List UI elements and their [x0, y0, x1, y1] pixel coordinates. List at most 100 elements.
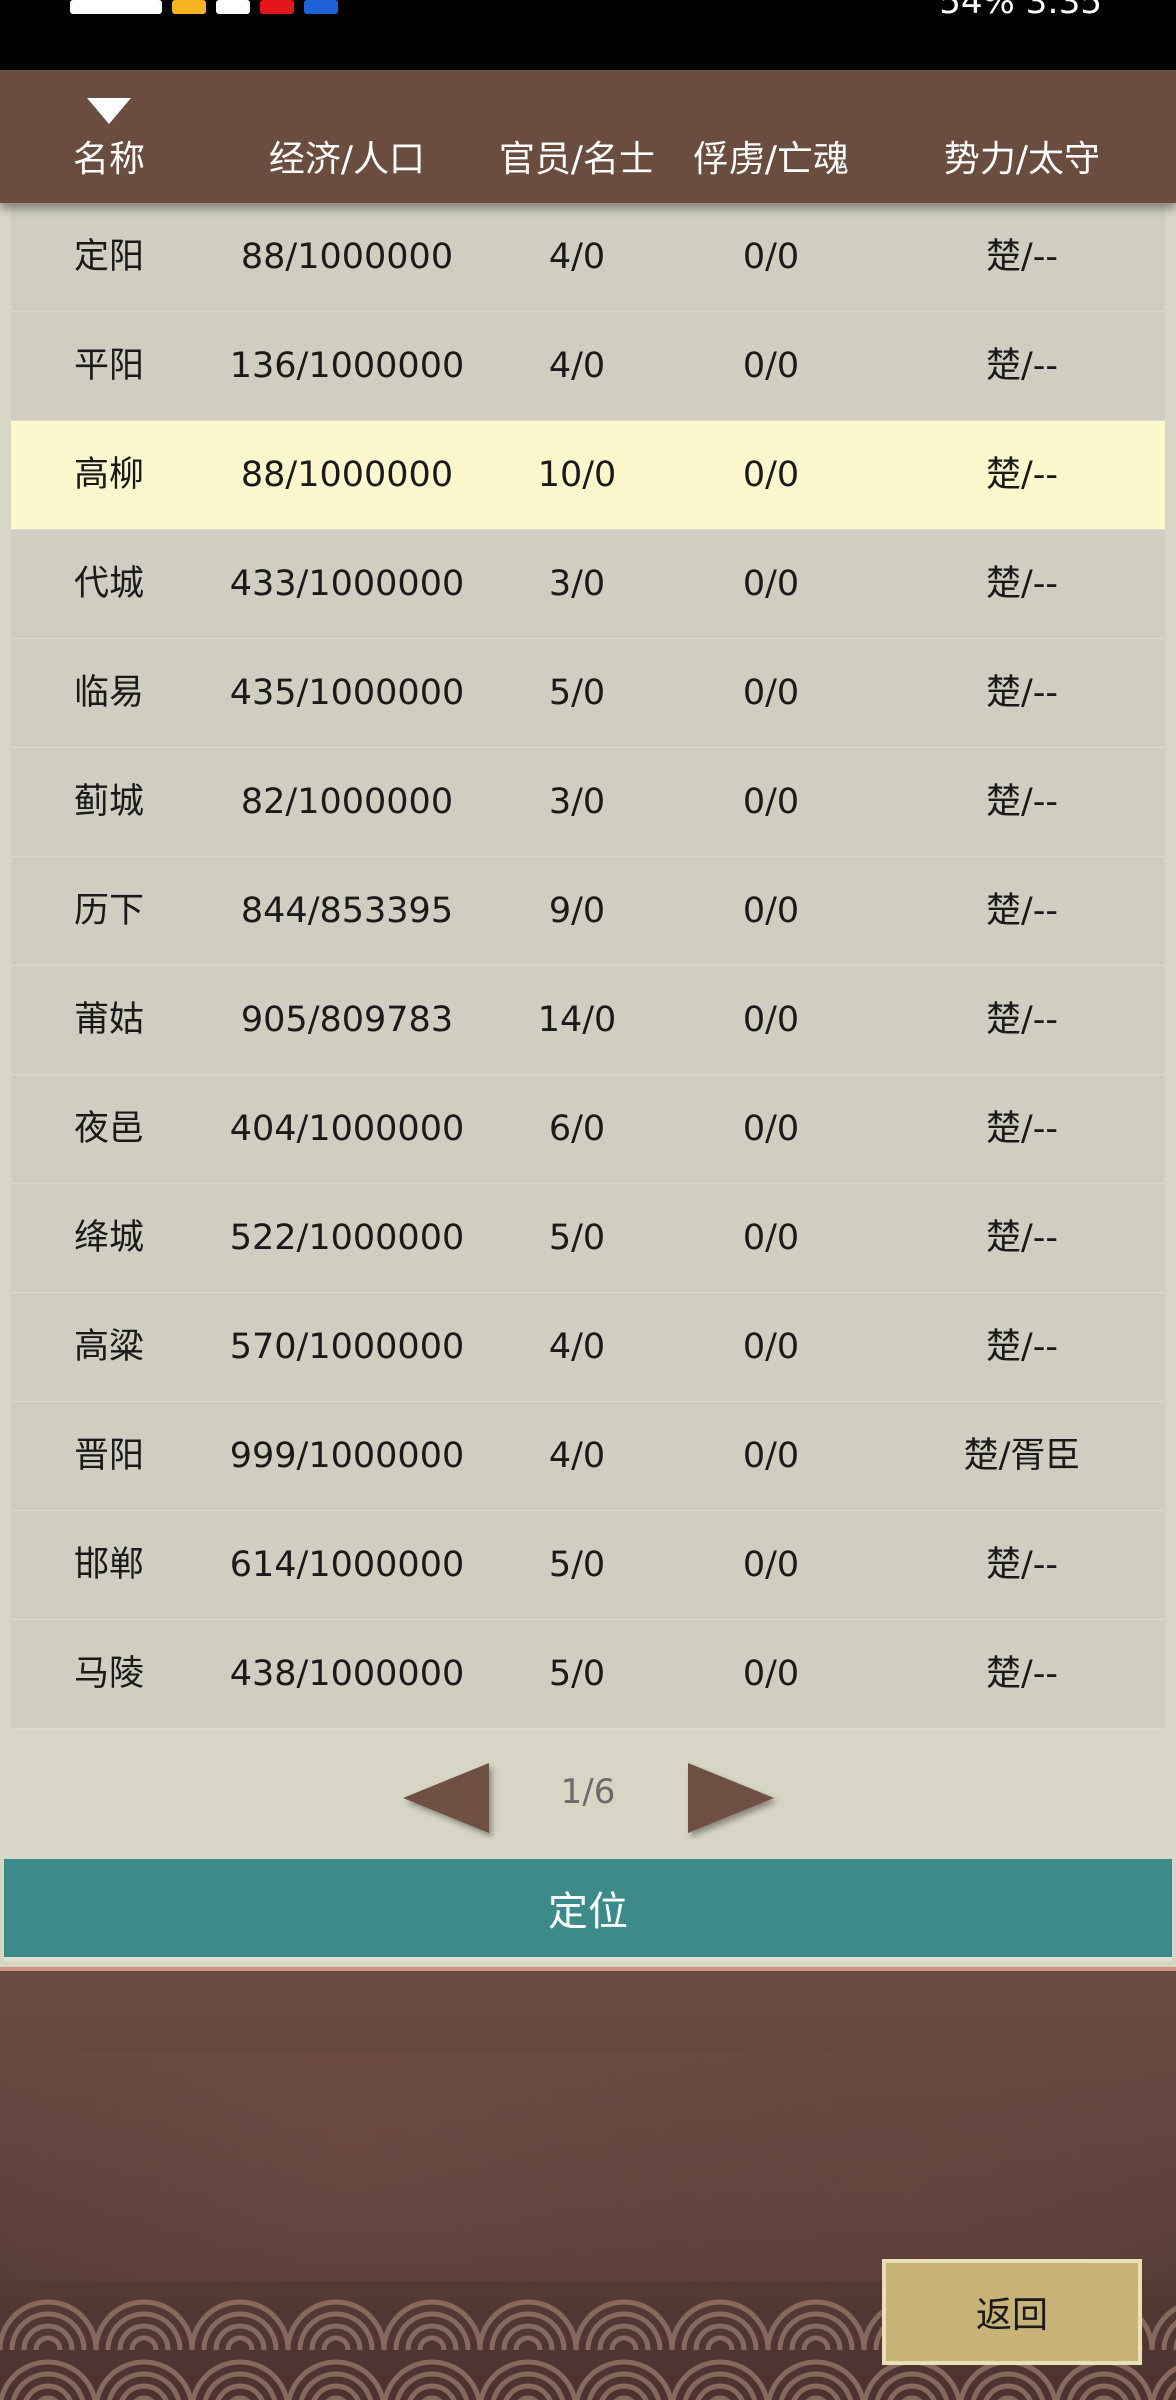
table-row[interactable]: 莆姑 905/809783 14/0 0/0 楚/-- [11, 966, 1165, 1075]
city-name: 晋阳 [73, 1436, 145, 1476]
city-name: 临易 [73, 673, 145, 713]
city-name: 马陵 [73, 1654, 145, 1694]
faction: 楚/-- [985, 237, 1059, 277]
officials: 6/0 [548, 1109, 606, 1149]
captives: 0/0 [742, 1218, 800, 1258]
economy-population: 570/1000000 [229, 1327, 465, 1367]
table-row[interactable]: 蓟城 82/1000000 3/0 0/0 楚/-- [11, 748, 1165, 857]
economy-population: 88/1000000 [240, 237, 454, 277]
officials: 5/0 [548, 1654, 606, 1694]
captives: 0/0 [742, 564, 800, 604]
economy-population: 433/1000000 [229, 564, 465, 604]
captives: 0/0 [742, 237, 800, 277]
economy-population: 82/1000000 [240, 782, 454, 822]
table-row[interactable]: 绛城 522/1000000 5/0 0/0 楚/-- [11, 1184, 1165, 1293]
app-notification-icon [260, 0, 294, 14]
faction: 楚/-- [985, 346, 1059, 386]
city-name: 代城 [73, 564, 145, 604]
table-row[interactable]: 马陵 438/1000000 5/0 0/0 楚/-- [11, 1620, 1165, 1729]
app-notification-icon [172, 0, 206, 14]
captives: 0/0 [742, 891, 800, 931]
economy-population: 404/1000000 [229, 1109, 465, 1149]
faction: 楚/-- [985, 1000, 1059, 1040]
back-button[interactable]: 返回 [882, 2259, 1142, 2365]
pagination: 1/6 [0, 1753, 1176, 1843]
status-bar: 54% 3:35 [0, 0, 1176, 70]
officials: 5/0 [548, 1545, 606, 1585]
economy-population: 844/853395 [240, 891, 454, 931]
city-name: 邯郸 [73, 1545, 145, 1585]
faction: 楚/-- [985, 1327, 1059, 1367]
faction: 楚/-- [985, 673, 1059, 713]
table-row[interactable]: 平阳 136/1000000 4/0 0/0 楚/-- [11, 312, 1165, 421]
previous-page-arrow-icon[interactable] [403, 1763, 489, 1833]
economy-population: 522/1000000 [229, 1218, 465, 1258]
sort-down-icon[interactable] [87, 98, 131, 124]
officials: 9/0 [548, 891, 606, 931]
officials: 14/0 [537, 1000, 617, 1040]
table-row[interactable]: 历下 844/853395 9/0 0/0 楚/-- [11, 857, 1165, 966]
captives: 0/0 [742, 1109, 800, 1149]
column-header-captives[interactable]: 俘虏/亡魂 [693, 138, 849, 182]
faction: 楚/-- [985, 564, 1059, 604]
city-name: 平阳 [73, 346, 145, 386]
table-header: 名称 经济/人口 官员/名士 俘虏/亡魂 势力/太守 [0, 70, 1176, 203]
economy-population: 438/1000000 [229, 1654, 465, 1694]
status-icons [70, 0, 338, 14]
economy-population: 136/1000000 [229, 346, 465, 386]
table-row[interactable]: 临易 435/1000000 5/0 0/0 楚/-- [11, 639, 1165, 748]
faction: 楚/-- [985, 782, 1059, 822]
table-row[interactable]: 晋阳 999/1000000 4/0 0/0 楚/胥臣 [11, 1402, 1165, 1511]
next-page-arrow-icon[interactable] [688, 1763, 774, 1833]
faction: 楚/胥臣 [963, 1436, 1081, 1476]
faction: 楚/-- [985, 1218, 1059, 1258]
table-row[interactable]: 代城 433/1000000 3/0 0/0 楚/-- [11, 530, 1165, 639]
captives: 0/0 [742, 455, 800, 495]
city-name: 莆姑 [73, 1000, 145, 1040]
table-row-selected[interactable]: 高柳 88/1000000 10/0 0/0 楚/-- [11, 421, 1165, 530]
officials: 4/0 [548, 346, 606, 386]
app-notification-icon [216, 0, 250, 14]
officials: 4/0 [548, 1327, 606, 1367]
officials: 4/0 [548, 1436, 606, 1476]
column-header-name[interactable]: 名称 [73, 138, 145, 182]
ink-texture [0, 2051, 1176, 2281]
signal-icon [70, 0, 162, 14]
app-notification-icon [304, 0, 338, 14]
locate-button[interactable]: 定位 [4, 1859, 1172, 1961]
economy-population: 905/809783 [240, 1000, 454, 1040]
table-row[interactable]: 高粱 570/1000000 4/0 0/0 楚/-- [11, 1293, 1165, 1402]
captives: 0/0 [742, 1436, 800, 1476]
captives: 0/0 [742, 1545, 800, 1585]
column-header-economy-population[interactable]: 经济/人口 [269, 138, 425, 182]
column-header-officials[interactable]: 官员/名士 [499, 138, 655, 182]
city-name: 高粱 [73, 1327, 145, 1367]
captives: 0/0 [742, 673, 800, 713]
table-row[interactable]: 夜邑 404/1000000 6/0 0/0 楚/-- [11, 1075, 1165, 1184]
city-name: 蓟城 [73, 782, 145, 822]
captives: 0/0 [742, 346, 800, 386]
city-name: 夜邑 [73, 1109, 145, 1149]
city-table: 定阳 88/1000000 4/0 0/0 楚/-- 平阳 136/100000… [11, 203, 1165, 1729]
officials: 10/0 [537, 455, 617, 495]
city-name: 高柳 [73, 455, 145, 495]
faction: 楚/-- [985, 1654, 1059, 1694]
table-row[interactable]: 邯郸 614/1000000 5/0 0/0 楚/-- [11, 1511, 1165, 1620]
captives: 0/0 [742, 1654, 800, 1694]
battery-time: 54% 3:35 [939, 0, 1102, 22]
officials: 3/0 [548, 782, 606, 822]
captives: 0/0 [742, 782, 800, 822]
column-header-faction[interactable]: 势力/太守 [944, 138, 1100, 182]
captives: 0/0 [742, 1327, 800, 1367]
officials: 5/0 [548, 673, 606, 713]
faction: 楚/-- [985, 891, 1059, 931]
faction: 楚/-- [985, 1545, 1059, 1585]
economy-population: 999/1000000 [229, 1436, 465, 1476]
table-row[interactable]: 定阳 88/1000000 4/0 0/0 楚/-- [11, 203, 1165, 312]
city-name: 绛城 [73, 1218, 145, 1258]
economy-population: 614/1000000 [229, 1545, 465, 1585]
captives: 0/0 [742, 1000, 800, 1040]
economy-population: 88/1000000 [240, 455, 454, 495]
faction: 楚/-- [985, 455, 1059, 495]
faction: 楚/-- [985, 1109, 1059, 1149]
